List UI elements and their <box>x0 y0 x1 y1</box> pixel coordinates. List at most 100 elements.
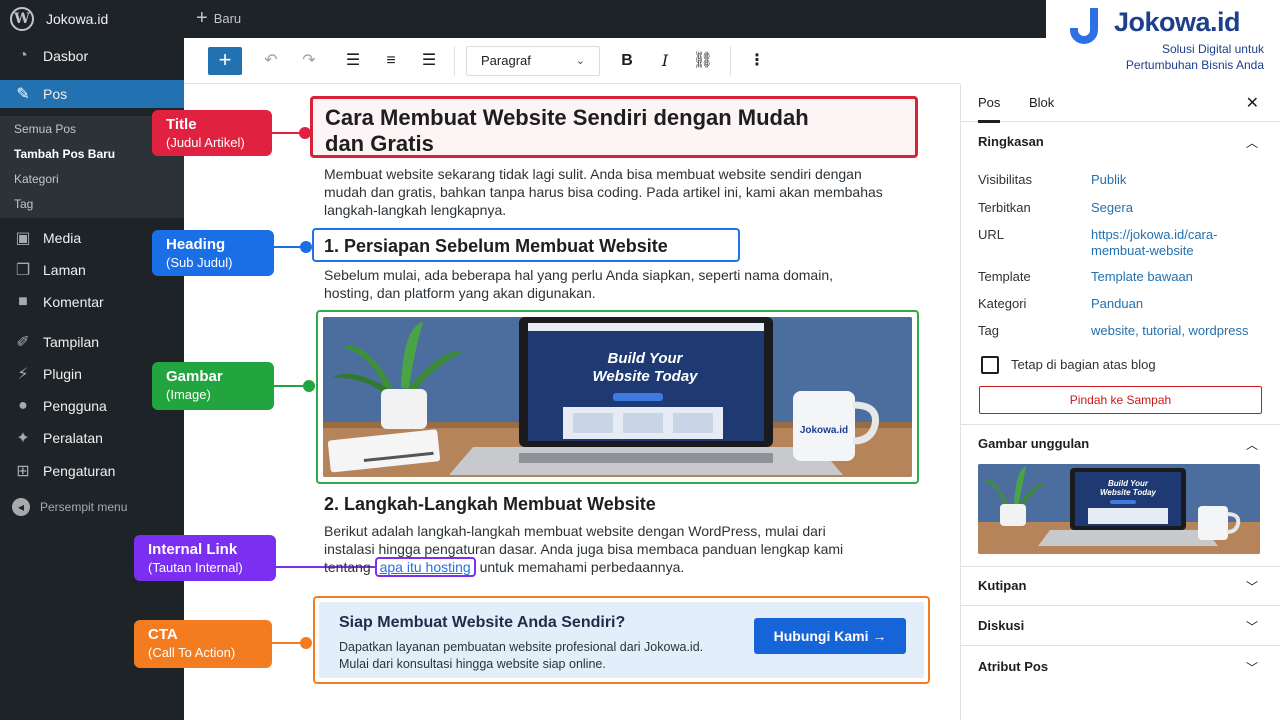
submenu-categories[interactable]: Kategori <box>14 172 59 186</box>
image-block[interactable]: Build Your Website Today Jokowa.id <box>316 310 919 484</box>
sidebar-item-label: Media <box>43 230 82 246</box>
dashboard-icon: ◔ <box>18 47 28 64</box>
plugin-icon: ⚡ <box>17 366 29 383</box>
chevron-down-icon[interactable]: ﹀ <box>1246 618 1258 635</box>
redo-icon[interactable]: ↷ <box>296 48 322 74</box>
chevron-down-icon[interactable]: ﹀ <box>1246 659 1258 676</box>
sidebar-item-label: Pos <box>43 86 68 102</box>
more-options-icon[interactable]: ⋮ <box>744 48 770 74</box>
media-icon: ▣ <box>15 230 31 247</box>
brand-name: Jokowa.id <box>1114 7 1241 37</box>
collapse-menu-label: Persempit menu <box>40 500 128 514</box>
heading-text: 1. Persiapan Sebelum Membuat Website <box>324 236 668 256</box>
post-title-line-2: dan Gratis <box>325 131 434 156</box>
brand-tagline-2: Pertumbuhan Bisnis Anda <box>1125 58 1264 72</box>
section-divider <box>961 645 1280 646</box>
paragraph-line: Berikut adalah langkah-langkah membuat w… <box>324 523 826 539</box>
settings-sidebar: Pos Blok ✕ Ringkasan ︿ Visibilitas Publi… <box>960 84 1280 720</box>
move-to-trash-button[interactable]: Pindah ke Sampah <box>979 386 1262 414</box>
featured-image-thumbnail[interactable]: Build Your Website Today <box>978 464 1260 554</box>
italic-icon[interactable]: I <box>652 48 678 74</box>
post-attributes-section-toggle[interactable]: Atribut Pos <box>978 659 1048 674</box>
featured-screen-text-1: Build Your <box>1108 479 1149 488</box>
align-center-icon[interactable]: ≡ <box>378 48 404 74</box>
laptop-screen-text-2: Website Today <box>592 368 698 385</box>
callout-label: Heading <box>166 236 226 253</box>
sidebar-item-dashboard[interactable]: ◔ Dasbor <box>0 42 184 70</box>
callout-label: Gambar <box>166 368 223 385</box>
chevron-up-icon[interactable]: ︿ <box>1246 134 1258 151</box>
paragraph-text: tentang <box>324 559 371 575</box>
site-name-link[interactable]: Jokowa.id <box>46 11 108 27</box>
section-divider <box>961 605 1280 606</box>
new-content-label: Baru <box>213 10 242 26</box>
pages-icon: ❐ <box>15 262 31 279</box>
sticky-checkbox[interactable] <box>981 356 999 374</box>
callout-sublabel: (Sub Judul) <box>166 255 233 270</box>
category-label: Kategori <box>978 296 1027 311</box>
sidebar-item-appearance[interactable]: ✐ Tampilan <box>0 328 184 356</box>
post-title-block[interactable]: Cara Membuat Website Sendiri dengan Muda… <box>310 96 918 158</box>
align-left-icon[interactable]: ☰ <box>340 48 366 74</box>
submenu-all-posts[interactable]: Semua Pos <box>14 122 76 136</box>
undo-icon[interactable]: ↶ <box>258 48 284 74</box>
intro-paragraph[interactable]: Membuat website sekarang tidak lagi suli… <box>324 165 883 219</box>
paragraph-line: instalasi hingga pengaturan dasar. Anda … <box>324 541 844 557</box>
sidebar-item-comments[interactable]: ■ Komentar <box>0 288 184 316</box>
collapse-icon: ◂ <box>12 498 30 516</box>
submenu-add-new-post[interactable]: Tambah Pos Baru <box>14 147 115 161</box>
contact-us-button[interactable]: Hubungi Kami → <box>754 618 906 654</box>
paragraph-2[interactable]: Berikut adalah langkah-langkah membuat w… <box>324 522 844 577</box>
align-right-icon[interactable]: ☰ <box>416 48 442 74</box>
callout-image: Gambar (Image) <box>152 362 274 410</box>
tab-post[interactable]: Pos <box>978 95 1001 123</box>
wordpress-logo-icon[interactable]: W <box>10 7 34 31</box>
callout-heading: Heading (Sub Judul) <box>152 230 274 276</box>
sidebar-item-tools[interactable]: ✦ Peralatan <box>0 424 184 452</box>
bold-icon[interactable]: B <box>614 48 640 74</box>
heading-block-2[interactable]: 2. Langkah-Langkah Membuat Website <box>324 494 656 515</box>
publish-value[interactable]: Segera <box>1091 200 1133 216</box>
chevron-down-icon: ⌄ <box>575 55 585 67</box>
chevron-up-icon[interactable]: ︿ <box>1246 436 1258 453</box>
brush-icon: ✐ <box>16 334 30 351</box>
editor-toolbar: + ↶ ↷ ☰ ≡ ☰ Paragraf ⌄ B I ⛓ ⋮ <box>184 38 960 84</box>
connector-dot <box>303 380 315 392</box>
link-icon[interactable]: ⛓ <box>690 48 716 74</box>
category-value[interactable]: Panduan <box>1091 296 1143 312</box>
paragraph-text: untuk memahami perbedaannya. <box>479 559 685 575</box>
url-line-1: https://jokowa.id/cara- <box>1091 227 1218 242</box>
heading-block-1[interactable]: 1. Persiapan Sebelum Membuat Website <box>312 228 740 262</box>
laptop-photo: Build Your Website Today Jokowa.id <box>323 317 912 477</box>
featured-image-section-toggle[interactable]: Gambar unggulan <box>978 436 1089 451</box>
sidebar-item-label: Pengguna <box>43 398 107 414</box>
chevron-down-icon[interactable]: ﹀ <box>1246 578 1258 595</box>
block-inserter-button[interactable]: + <box>208 47 242 75</box>
close-icon[interactable]: ✕ <box>1246 93 1259 113</box>
connector-dot <box>300 241 312 253</box>
cta-block[interactable]: Siap Membuat Website Anda Sendiri? Dapat… <box>313 596 930 684</box>
url-value[interactable]: https://jokowa.id/cara- membuat-website <box>1091 227 1217 259</box>
block-type-select[interactable]: Paragraf ⌄ <box>466 46 600 76</box>
summary-section-toggle[interactable]: Ringkasan <box>978 134 1044 149</box>
sidebar-item-posts[interactable]: ✎ Pos <box>0 80 184 108</box>
callout-cta: CTA (Call To Action) <box>134 620 272 668</box>
collapse-menu-button[interactable]: ◂ Persempit menu <box>12 498 127 516</box>
sidebar-item-settings[interactable]: ⊞ Pengaturan <box>0 457 184 485</box>
tag-label: Tag <box>978 323 999 338</box>
submenu-tags[interactable]: Tag <box>14 197 33 211</box>
paragraph-line: hosting, dan platform yang akan digunaka… <box>324 285 596 301</box>
sidebar-item-label: Dasbor <box>43 48 89 64</box>
excerpt-section-toggle[interactable]: Kutipan <box>978 578 1026 593</box>
sidebar-item-label: Plugin <box>43 366 82 382</box>
tag-value[interactable]: website, tutorial, wordpress <box>1091 323 1249 339</box>
discussion-section-toggle[interactable]: Diskusi <box>978 618 1024 633</box>
callout-sublabel: (Tautan Internal) <box>148 560 243 575</box>
visibility-value[interactable]: Publik <box>1091 172 1126 188</box>
paragraph-1[interactable]: Sebelum mulai, ada beberapa hal yang per… <box>324 266 833 302</box>
plus-icon: + <box>196 7 208 29</box>
template-value[interactable]: Template bawaan <box>1091 269 1193 285</box>
tab-block[interactable]: Blok <box>1029 95 1054 110</box>
internal-link[interactable]: apa itu hosting <box>374 557 476 577</box>
new-content-button[interactable]: + Baru <box>196 7 242 29</box>
